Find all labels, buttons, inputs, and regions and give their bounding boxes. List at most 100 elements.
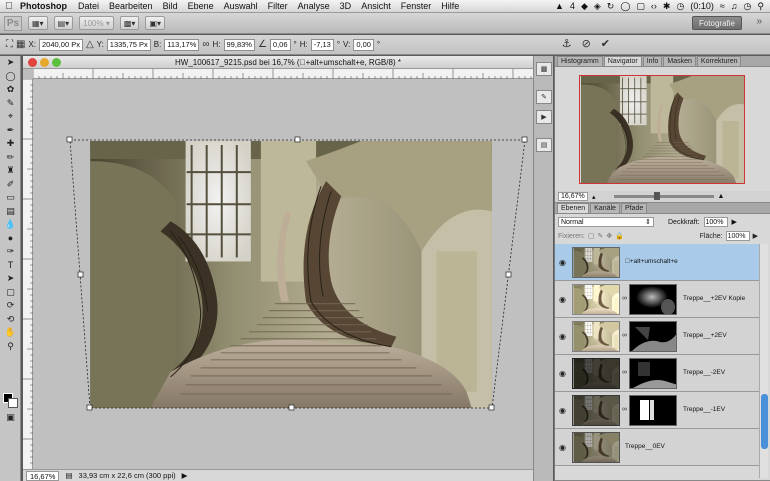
zoom-level-dropdown[interactable]: 100% ▾ xyxy=(79,16,114,30)
vskew-field[interactable]: 0,00 xyxy=(353,38,374,51)
mask-link-icon[interactable]: ∞ xyxy=(622,295,627,302)
background-color-swatch[interactable] xyxy=(8,398,18,408)
layer-name[interactable]: Treppe__0EV xyxy=(625,443,665,450)
menu-ansicht[interactable]: Ansicht xyxy=(356,1,396,11)
minimize-window-icon[interactable] xyxy=(40,58,49,67)
fill-arrow-icon[interactable]: ▶ xyxy=(753,232,758,240)
document-image[interactable] xyxy=(90,141,492,408)
opacity-field[interactable]: 100% xyxy=(703,217,728,227)
menu-bearbeiten[interactable]: Bearbeiten xyxy=(104,1,158,11)
dodge-tool-icon[interactable]: ● xyxy=(0,232,21,246)
layer-mask-thumbnail[interactable] xyxy=(629,358,677,389)
navigator-preview[interactable] xyxy=(579,75,745,184)
lock-position-icon[interactable]: ✥ xyxy=(606,232,612,240)
visibility-eye-icon[interactable]: ◉ xyxy=(559,295,566,304)
hskew-field[interactable]: -7,13 xyxy=(310,38,334,51)
mask-link-icon[interactable]: ∞ xyxy=(622,369,627,376)
tab-korrekturen[interactable]: Korrekturen xyxy=(696,56,742,66)
history-brush-tool-icon[interactable]: ✐ xyxy=(0,178,21,192)
relative-position-icon[interactable]: △ xyxy=(86,39,94,50)
layer-name[interactable]: +alt+umschalt+e xyxy=(625,258,678,265)
battery-status[interactable]: (0:10) xyxy=(690,1,714,11)
layer-row[interactable]: ◉ ∞ Treppe__+2EV xyxy=(555,318,759,355)
menu-hilfe[interactable]: Hilfe xyxy=(436,1,464,11)
bluetooth-icon[interactable]: ✱ xyxy=(663,1,671,12)
wifi-icon[interactable]: ≈ xyxy=(720,1,725,11)
layer-name[interactable]: Treppe__-2EV xyxy=(683,369,725,376)
path-select-tool-icon[interactable]: ➤ xyxy=(0,272,21,286)
crop-tool-icon[interactable]: ⌖ xyxy=(0,110,21,124)
adobe-icon[interactable]: ▲ xyxy=(555,1,564,11)
visibility-eye-icon[interactable]: ◉ xyxy=(559,332,566,341)
tab-info[interactable]: Info xyxy=(642,56,663,66)
scroll-icon[interactable]: ◈ xyxy=(594,1,601,12)
layer-mask-thumbnail[interactable] xyxy=(629,321,677,352)
app-menu[interactable]: Photoshop xyxy=(18,1,73,11)
zoom-window-icon[interactable] xyxy=(52,58,61,67)
tab-histogramm[interactable]: Histogramm xyxy=(557,56,603,66)
brush-tool-icon[interactable]: ✏ xyxy=(0,151,21,165)
actions-panel-icon[interactable]: ▶ xyxy=(536,110,552,124)
arrange-documents-button[interactable]: ▩▾ xyxy=(119,16,140,30)
layer-name[interactable]: Treppe__-1EV xyxy=(683,406,725,413)
layer-name[interactable]: Treppe__+2EV xyxy=(683,332,727,339)
visibility-eye-icon[interactable]: ◉ xyxy=(559,258,566,267)
zoom-slider-knob[interactable] xyxy=(653,192,660,200)
history-panel-icon[interactable]: ▤ xyxy=(536,138,552,152)
layer-row[interactable]: ◉ ∞ Treppe__-2EV xyxy=(555,355,759,392)
menu-datei[interactable]: Datei xyxy=(73,1,104,11)
eraser-tool-icon[interactable]: ▭ xyxy=(0,191,21,205)
volume-icon[interactable]: ♫ xyxy=(731,1,738,11)
navigator-zoom-slider[interactable] xyxy=(613,192,714,200)
menu-fenster[interactable]: Fenster xyxy=(396,1,437,11)
reference-point-icon[interactable]: ▦ xyxy=(16,39,25,50)
hand-tool-icon[interactable]: ✋ xyxy=(0,326,21,340)
zoom-in-icon[interactable]: ▲ xyxy=(718,193,725,200)
workspace-switcher[interactable]: Fotografie xyxy=(691,16,742,30)
canvas-area[interactable] xyxy=(33,79,553,469)
lock-image-icon[interactable]: ✎ xyxy=(597,232,603,240)
clone-stamp-tool-icon[interactable]: ♜ xyxy=(0,164,21,178)
layer-mask-thumbnail[interactable] xyxy=(629,284,677,315)
x-position-field[interactable]: 2040,00 Px xyxy=(39,38,83,51)
layer-row[interactable]: ◉ +alt+umschalt+e xyxy=(555,244,759,281)
commit-transform-icon[interactable]: ✔ xyxy=(601,37,610,50)
quick-select-tool-icon[interactable]: ✎ xyxy=(0,97,21,111)
close-window-icon[interactable] xyxy=(28,58,37,67)
timemachine-icon[interactable]: ◷ xyxy=(676,1,684,12)
blend-mode-select[interactable]: Normal ⇕ xyxy=(558,217,654,227)
spotlight-icon[interactable]: ⚲ xyxy=(757,1,764,12)
opacity-arrow-icon[interactable]: ▶ xyxy=(732,218,737,226)
width-scale-field[interactable]: 113,17% xyxy=(164,38,200,51)
tab-kanaele[interactable]: Kanäle xyxy=(590,203,620,213)
menu-auswahl[interactable]: Auswahl xyxy=(219,1,263,11)
apple-menu-icon[interactable]:  xyxy=(0,1,18,12)
menu-ebene[interactable]: Ebene xyxy=(183,1,219,11)
layer-row[interactable]: ◉ ∞ Treppe__-1EV xyxy=(555,392,759,429)
menu-filter[interactable]: Filter xyxy=(263,1,293,11)
visibility-eye-icon[interactable]: ◉ xyxy=(559,443,566,452)
clock-icon[interactable]: ◷ xyxy=(744,1,752,12)
status-zoom-field[interactable]: 16,67% xyxy=(26,470,60,481)
layers-scrollbar[interactable] xyxy=(759,244,768,478)
warp-mode-icon[interactable]: ⚓ xyxy=(562,37,572,50)
status-icon[interactable]: ▤ xyxy=(65,471,72,480)
transform-tool-icon[interactable]: ⛶ xyxy=(6,39,13,50)
brushes-panel-icon[interactable]: ✎ xyxy=(536,90,552,104)
chat-icon[interactable]: ◯ xyxy=(620,1,630,12)
height-scale-field[interactable]: 99,83% xyxy=(223,38,255,51)
screen-mode-button[interactable]: ▣▾ xyxy=(145,16,166,30)
marquee-tool-icon[interactable]: ◯ xyxy=(0,70,21,84)
layer-row[interactable]: ◉ Treppe__0EV xyxy=(555,429,759,466)
evernote-icon[interactable]: ◆ xyxy=(581,1,588,12)
bridge-button[interactable]: ▦▾ xyxy=(28,16,48,30)
tab-ebenen[interactable]: Ebenen xyxy=(557,203,590,213)
horizontal-ruler[interactable] xyxy=(33,69,553,79)
code-icon[interactable]: ‹› xyxy=(651,1,657,11)
tab-navigator[interactable]: Navigator xyxy=(603,56,642,66)
3d-rotate-tool-icon[interactable]: ⟳ xyxy=(0,299,21,313)
rotate-field[interactable]: 0,06 xyxy=(269,38,291,51)
zoom-tool-icon[interactable]: ⚲ xyxy=(0,340,21,354)
navigator-zoom-field[interactable]: 16,67% xyxy=(558,192,588,201)
move-tool-icon[interactable]: ➤ xyxy=(0,56,21,70)
